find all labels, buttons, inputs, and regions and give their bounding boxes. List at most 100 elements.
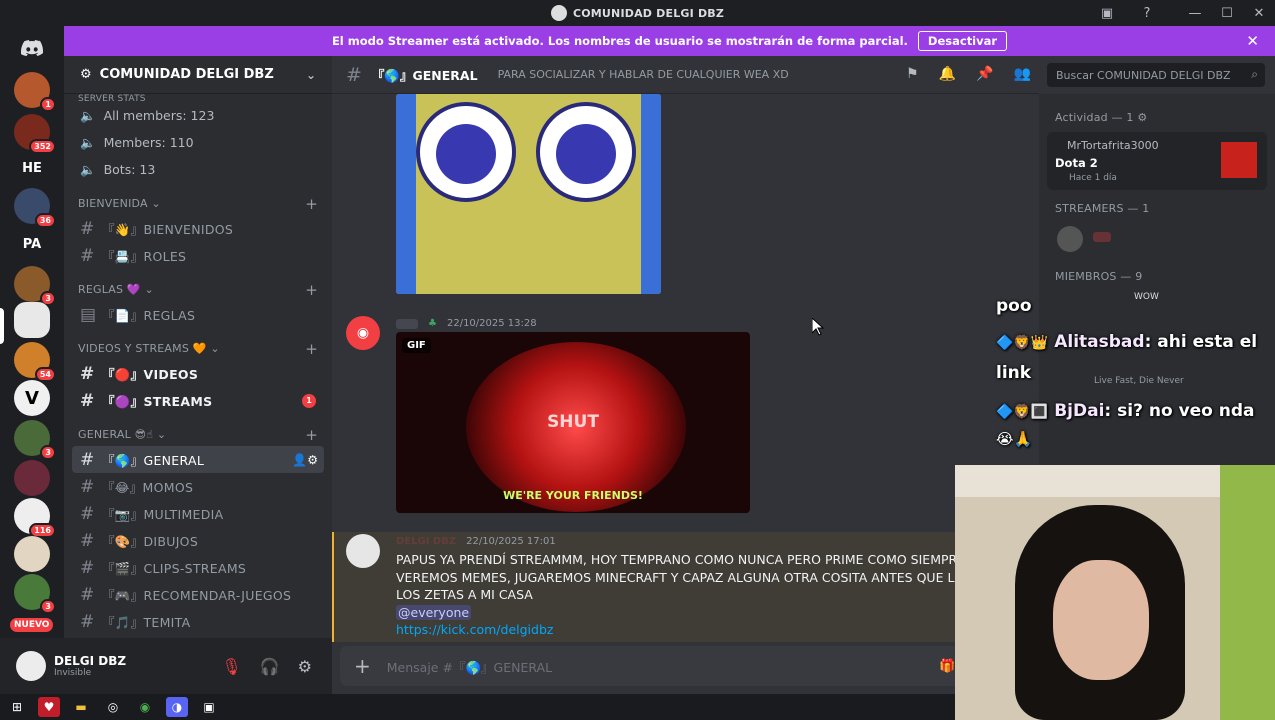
webcam-feed: [955, 465, 1275, 720]
bell-icon[interactable]: 🔔: [939, 66, 956, 82]
server-icon[interactable]: 54: [14, 342, 56, 382]
server-icon[interactable]: 36: [14, 188, 56, 228]
pin-icon[interactable]: 📌: [976, 66, 993, 82]
category-reglas[interactable]: REGLAS 💜 ⌄ +: [72, 269, 324, 301]
category-general[interactable]: GENERAL 😎☝ ⌄ +: [72, 414, 324, 446]
activity-game: Dota 2: [1055, 156, 1098, 170]
category-server-stats[interactable]: SERVER STATS: [72, 94, 324, 102]
mute-mic-icon[interactable]: 🎙: [221, 657, 241, 676]
deactivate-button[interactable]: Desactivar: [917, 31, 1008, 51]
chat-area: # 『🌎』GENERAL PARA SOCIALIZAR Y HABLAR DE…: [332, 56, 1039, 694]
channel-clips-streams[interactable]: # 『🎬』CLIPS-STREAMS: [72, 554, 324, 581]
overlay-line: 🔷🦁👑 Alitasbad: ahi esta el: [996, 332, 1258, 352]
server-gear-icon: ⚙: [80, 67, 92, 82]
headphones-icon[interactable]: 🎧: [260, 657, 280, 676]
help-icon[interactable]: ?: [1137, 3, 1157, 23]
channel-settings-icons[interactable]: 👤⚙: [292, 453, 318, 467]
inbox-icon[interactable]: ▣: [1097, 3, 1117, 23]
gif-embed[interactable]: GIF SHUT WE'RE YOUR FRIENDS!: [396, 332, 750, 513]
hash-icon: #: [346, 63, 362, 86]
search-input[interactable]: Buscar COMUNIDAD DELGI DBZ ⌕: [1047, 63, 1265, 87]
close-banner-icon[interactable]: ✕: [1246, 32, 1259, 50]
threads-icon[interactable]: ⚑: [906, 66, 919, 82]
stream-link[interactable]: https://kick.com/delgidbz: [396, 622, 553, 637]
discord-icon[interactable]: ◑: [166, 697, 188, 717]
add-channel-icon[interactable]: +: [305, 342, 318, 357]
streamers-heading: STREAMERS — 1: [1055, 202, 1150, 215]
channel-momos[interactable]: # 『😂』MOMOS: [72, 473, 324, 500]
members-icon[interactable]: 👥: [1013, 66, 1030, 82]
channel-bienvenidos[interactable]: # 『👋』BIENVENIDOS: [72, 215, 324, 242]
add-attachment-icon[interactable]: +: [354, 654, 371, 678]
new-badge: NUEVO: [10, 618, 54, 632]
server-icon[interactable]: 3: [14, 574, 56, 614]
channel-roles[interactable]: # 『📇』ROLES: [72, 242, 324, 269]
message-input[interactable]: Mensaje #『🌎』GENERAL: [387, 657, 552, 676]
hash-icon: #: [80, 245, 95, 266]
discord-home-icon[interactable]: [14, 30, 50, 66]
server-icon[interactable]: [14, 302, 50, 338]
chrome-icon[interactable]: ◉: [134, 697, 156, 717]
activity-card[interactable]: MrTortafrita3000 Dota 2 Hace 1 día: [1047, 132, 1267, 190]
hash-icon: #: [80, 218, 95, 239]
channel-title: 『🌎』GENERAL: [371, 68, 478, 83]
server-icon[interactable]: HE: [14, 150, 50, 186]
streamer-name[interactable]: [1093, 232, 1111, 242]
title-bar: COMUNIDAD DELGI DBZ ▣ ? — ☐ ✕: [0, 0, 1275, 26]
hash-icon: #: [80, 584, 95, 605]
windows-start-icon[interactable]: ⊞: [6, 697, 28, 717]
channel-streams[interactable]: # 『🟣』STREAMS 1: [72, 387, 324, 414]
minimize-button[interactable]: —: [1179, 6, 1211, 21]
avatar[interactable]: [16, 651, 46, 681]
channel-multimedia[interactable]: # 『📷』MULTIMEDIA: [72, 500, 324, 527]
channel-topic[interactable]: PARA SOCIALIZAR Y HABLAR DE CUALQUIER WE…: [498, 68, 789, 81]
stat-bots: 🔈 Bots: 13: [80, 161, 156, 178]
add-channel-icon[interactable]: +: [305, 197, 318, 212]
server-icon[interactable]: PA: [14, 226, 50, 262]
add-channel-icon[interactable]: +: [305, 428, 318, 443]
gift-icon[interactable]: 🎁: [939, 659, 955, 674]
gear-icon[interactable]: ⚙: [298, 657, 312, 676]
app-icon[interactable]: ♥: [38, 697, 60, 717]
avatar[interactable]: [1057, 226, 1083, 252]
message-author[interactable]: DELGI DBZ: [396, 536, 456, 547]
spongebob-image[interactable]: [396, 94, 661, 294]
channel-dibujos[interactable]: # 『🎨』DIBUJOS: [72, 527, 324, 554]
add-channel-icon[interactable]: +: [305, 283, 318, 298]
server-avatar-icon: [550, 5, 567, 21]
message-composer[interactable]: + Mensaje #『🌎』GENERAL 🎁 ▦ ◧: [340, 646, 1030, 686]
channel-recomendar-juegos[interactable]: # 『🎮』RECOMENDAR-JUEGOS: [72, 581, 324, 608]
server-icon[interactable]: 116: [14, 498, 56, 538]
category-bienvenida[interactable]: BIENVENIDA ⌄ +: [72, 183, 324, 215]
channel-general[interactable]: # 『🌎』GENERAL 👤⚙: [72, 446, 324, 473]
app-icon[interactable]: ▣: [198, 697, 220, 717]
hash-icon: #: [80, 503, 95, 524]
banner-text: El modo Streamer está activado. Los nomb…: [331, 34, 908, 48]
channel-reglas[interactable]: ▤ 『📄』REGLAS: [72, 301, 324, 328]
server-icon[interactable]: 3: [14, 420, 56, 460]
speaker-icon: 🔈: [80, 107, 96, 123]
channel-videos[interactable]: # 『🔴』VIDEOS: [72, 360, 324, 387]
bot-author-name: [396, 318, 418, 329]
folder-icon[interactable]: ▬: [70, 697, 92, 717]
bot-avatar[interactable]: ◉: [346, 316, 380, 350]
channel-temita[interactable]: # 『🎵』TEMITA: [72, 608, 324, 635]
server-icon[interactable]: [14, 536, 50, 572]
stat-members: 🔈 Members: 110: [80, 134, 194, 151]
server-icon[interactable]: [14, 460, 50, 496]
avatar[interactable]: [346, 534, 380, 568]
role-icon: ♣: [428, 318, 437, 329]
app-icon[interactable]: ◎: [102, 697, 124, 717]
everyone-mention[interactable]: @everyone: [396, 604, 472, 620]
header-toolbar: ⚑ 🔔 📌 👥: [906, 66, 1031, 82]
server-icon[interactable]: 3: [14, 266, 56, 306]
server-icon[interactable]: V: [14, 380, 50, 416]
server-icon[interactable]: 352: [14, 114, 56, 154]
unread-badge: 1: [302, 393, 316, 408]
maximize-button[interactable]: ☐: [1211, 6, 1243, 21]
server-icon[interactable]: 1: [14, 72, 56, 112]
close-window-button[interactable]: ✕: [1243, 6, 1275, 21]
category-videos-streams[interactable]: VIDEOS Y STREAMS 🧡 ⌄ +: [72, 328, 324, 360]
server-header[interactable]: ⚙ COMUNIDAD DELGI DBZ ⌄: [64, 56, 332, 94]
selected-pill: [0, 308, 4, 344]
